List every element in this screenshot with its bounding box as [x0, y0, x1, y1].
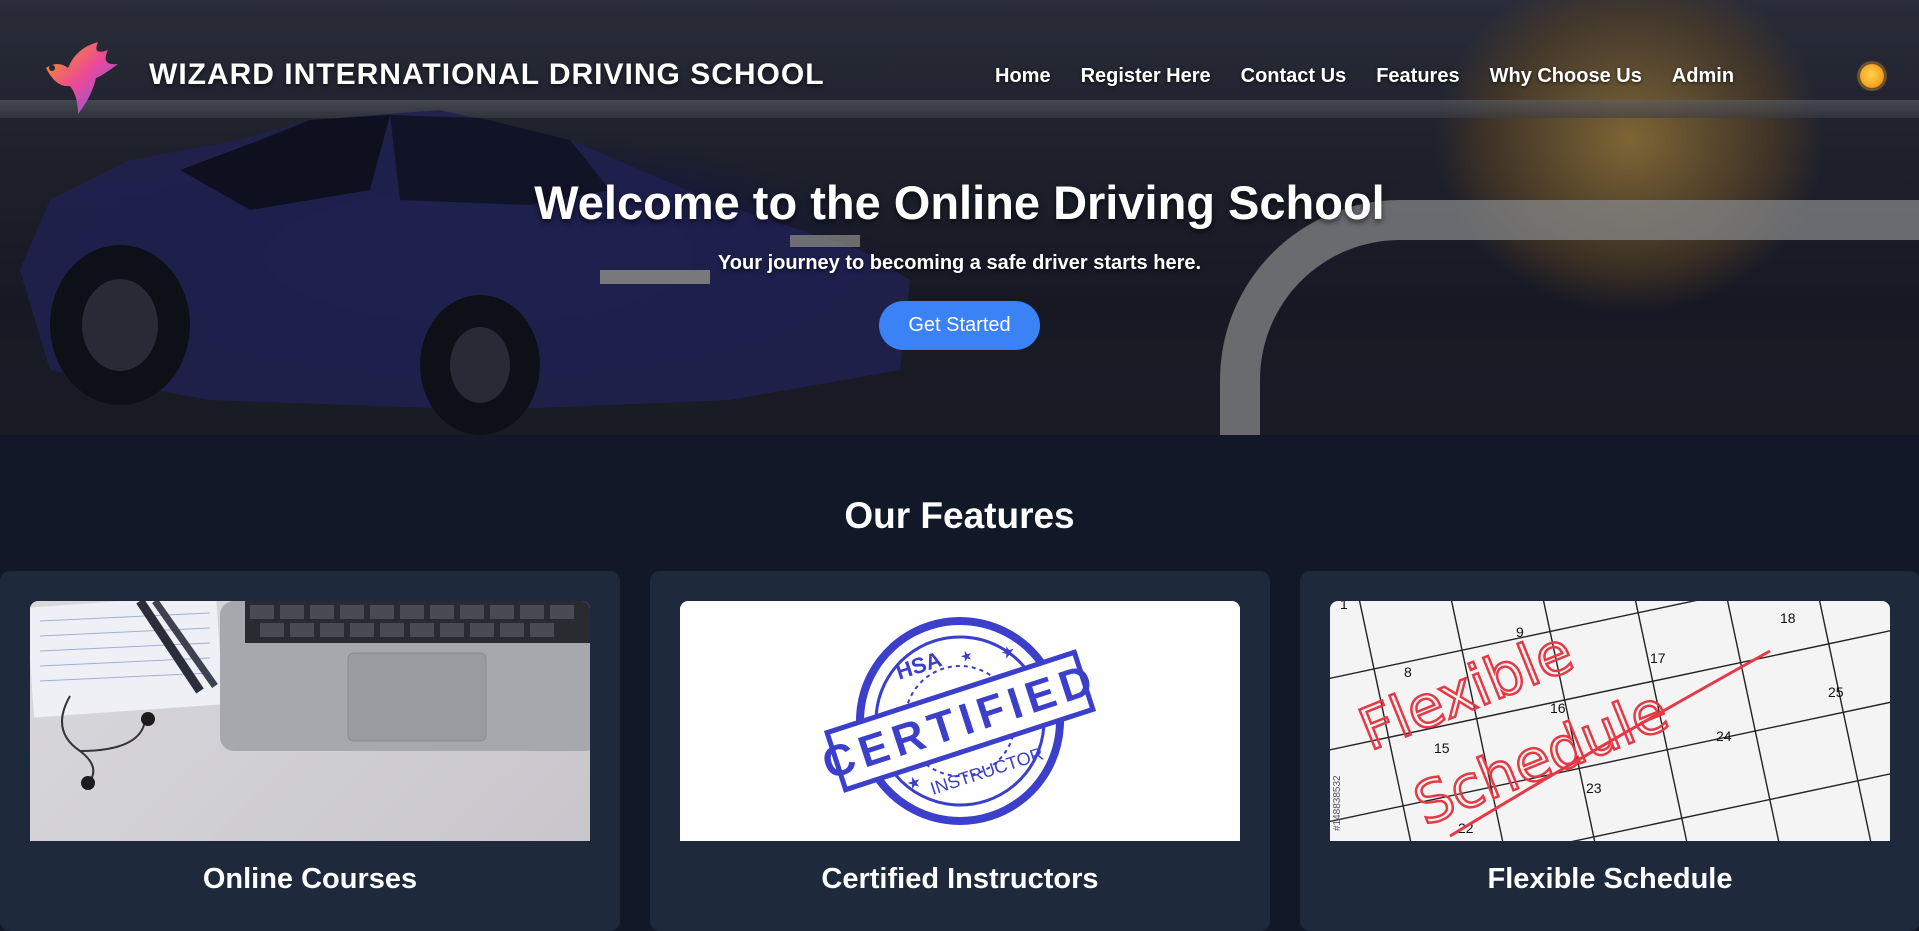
sun-icon[interactable]: [1860, 64, 1884, 88]
svg-text:★: ★: [905, 773, 924, 794]
feature-label: Certified Instructors: [821, 863, 1099, 895]
calendar-day: 15: [1434, 740, 1450, 756]
calendar-day: 23: [1586, 780, 1602, 796]
get-started-button[interactable]: Get Started: [879, 301, 1040, 350]
nav-contact[interactable]: Contact Us: [1241, 65, 1347, 88]
calendar-day: 25: [1828, 684, 1844, 700]
top-navigation: WIZARD INTERNATIONAL DRIVING SCHOOL Home…: [0, 0, 1919, 150]
feature-label: Online Courses: [202, 863, 418, 895]
laptop-desk-image: [30, 601, 590, 841]
nav-home[interactable]: Home: [995, 65, 1051, 88]
calendar-image: 1 8 9 15 16 17 18 22 23 24 25 Flexible S…: [1330, 601, 1890, 841]
phoenix-logo-icon: [46, 42, 118, 114]
svg-text:★: ★: [958, 646, 975, 665]
feature-label: Flexible Schedule: [1487, 863, 1733, 895]
calendar-day: 1: [1340, 601, 1348, 612]
calendar-day: 17: [1650, 650, 1666, 666]
feature-card-online-courses[interactable]: Online Courses: [0, 571, 620, 931]
stamp-top-text: HSA: [893, 646, 945, 684]
features-section: Our Features Online Courses CERTIFIED HS…: [0, 435, 1919, 931]
feature-card-flexible-schedule[interactable]: 1 8 9 15 16 17 18 22 23 24 25 Flexible S…: [1300, 571, 1919, 931]
calendar-day: 18: [1780, 610, 1796, 626]
hero-subtitle: Your journey to becoming a safe driver s…: [717, 252, 1202, 274]
feature-card-certified-instructors[interactable]: CERTIFIED HSA INSTRUCTOR ★ ★ ★ Certified…: [650, 571, 1270, 931]
nav-features[interactable]: Features: [1376, 65, 1459, 88]
hero-title: Welcome to the Online Driving School: [534, 176, 1385, 229]
hero-section: WIZARD INTERNATIONAL DRIVING SCHOOL Home…: [0, 0, 1919, 435]
nav-why-choose-us[interactable]: Why Choose Us: [1490, 65, 1642, 88]
calendar-day: 24: [1716, 728, 1732, 744]
brand-name[interactable]: WIZARD INTERNATIONAL DRIVING SCHOOL: [149, 58, 825, 92]
stock-id: #148838532: [1332, 775, 1343, 831]
certified-stamp-image: CERTIFIED HSA INSTRUCTOR ★ ★ ★: [680, 601, 1240, 841]
hero-content: Welcome to the Online Driving School You…: [0, 175, 1919, 350]
main-menu: Home Register Here Contact Us Features W…: [995, 65, 1764, 88]
nav-register[interactable]: Register Here: [1081, 65, 1211, 88]
features-title: Our Features: [844, 495, 1075, 536]
svg-text:★: ★: [999, 643, 1018, 664]
nav-admin[interactable]: Admin: [1672, 65, 1734, 88]
